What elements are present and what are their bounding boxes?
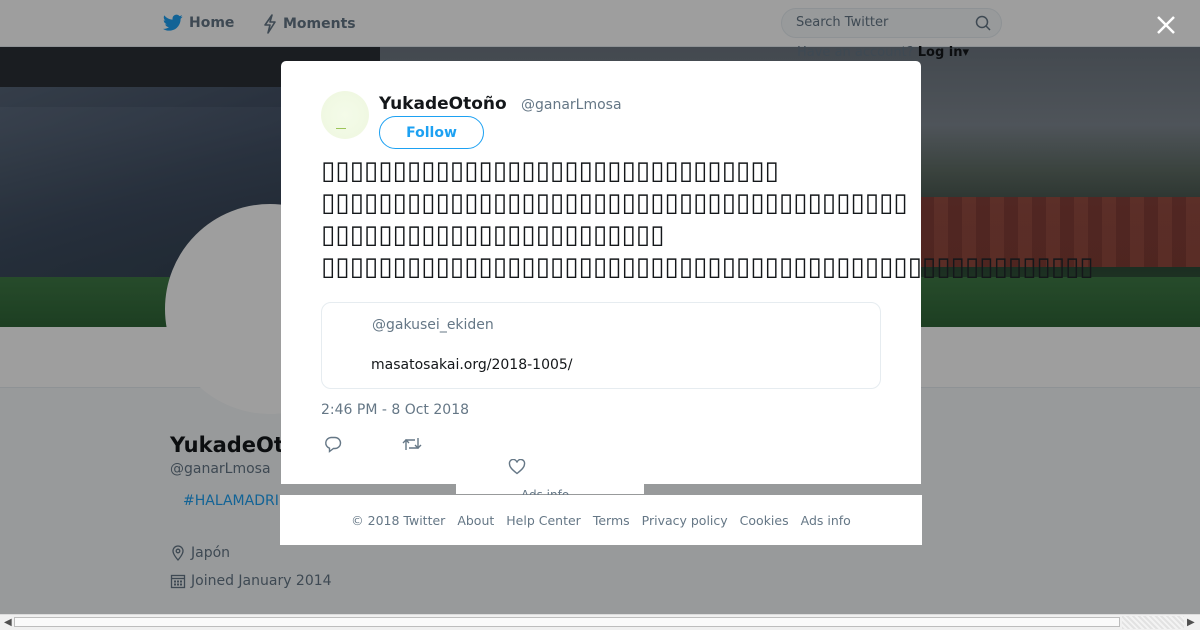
tweet-timestamp[interactable]: 2:46 PM - 8 Oct 2018 [321, 402, 469, 418]
modal-footer: © 2018 Twitter About Help Center Terms P… [280, 495, 922, 545]
footer-terms-link[interactable]: Terms [593, 513, 630, 528]
tweet-text: ▯▯▯▯▯▯▯▯▯▯▯▯▯▯▯▯▯▯▯▯▯▯▯▯▯▯▯▯▯▯▯▯ ▯▯▯▯▯▯▯… [321, 155, 1200, 283]
scroll-left-arrow-icon[interactable]: ◀ [4, 617, 12, 628]
tweet-text-line: ▯▯▯▯▯▯▯▯▯▯▯▯▯▯▯▯▯▯▯▯▯▯▯▯▯▯▯▯▯▯▯▯ [321, 156, 779, 186]
tweet-text-line: ▯▯▯▯▯▯▯▯▯▯▯▯▯▯▯▯▯▯▯▯▯▯▯▯ [321, 220, 665, 250]
tweet-text-line: ▯▯▯▯▯▯▯▯▯▯▯▯▯▯▯▯▯▯▯▯▯▯▯▯▯▯▯▯▯▯▯▯▯▯▯▯▯▯▯▯… [321, 252, 1094, 282]
heart-icon[interactable] [508, 459, 526, 475]
follow-button[interactable]: Follow [379, 116, 484, 149]
footer-copyright: © 2018 Twitter [351, 512, 446, 528]
horizontal-scrollbar[interactable]: ◀ ▶ [0, 614, 1200, 630]
scrollbar-track[interactable] [1122, 616, 1184, 629]
close-icon[interactable] [1152, 11, 1180, 39]
reply-icon[interactable] [324, 435, 342, 453]
scroll-right-arrow-icon[interactable]: ▶ [1187, 617, 1195, 628]
retweet-icon[interactable] [402, 435, 422, 453]
scrollbar-thumb[interactable] [14, 617, 1120, 627]
footer-privacy-link[interactable]: Privacy policy [642, 513, 728, 528]
footer-ads-info-link[interactable]: Ads info [801, 513, 851, 528]
tweet-author-handle[interactable]: @ganarLmosa [521, 97, 622, 113]
tweet-text-line: ▯▯▯▯▯▯▯▯▯▯▯▯▯▯▯▯▯▯▯▯▯▯▯▯▯▯▯▯▯▯▯▯▯▯▯▯▯▯▯▯… [321, 188, 908, 218]
tweet-author-avatar[interactable] [321, 91, 369, 139]
footer-cookies-link[interactable]: Cookies [740, 513, 789, 528]
quoted-handle[interactable]: @gakusei_ekiden [372, 317, 494, 333]
tweet-modal: YukadeOtoño @ganarLmosa Follow ▯▯▯▯▯▯▯▯▯… [281, 61, 1094, 484]
tweet-author-name[interactable]: YukadeOtoño [379, 94, 507, 114]
quoted-link-card[interactable]: @gakusei_ekiden masatosakai.org/2018-100… [321, 302, 881, 389]
footer-about-link[interactable]: About [457, 513, 494, 528]
quoted-link[interactable]: masatosakai.org/2018-1005/ [371, 357, 573, 373]
footer-help-center-link[interactable]: Help Center [506, 513, 581, 528]
